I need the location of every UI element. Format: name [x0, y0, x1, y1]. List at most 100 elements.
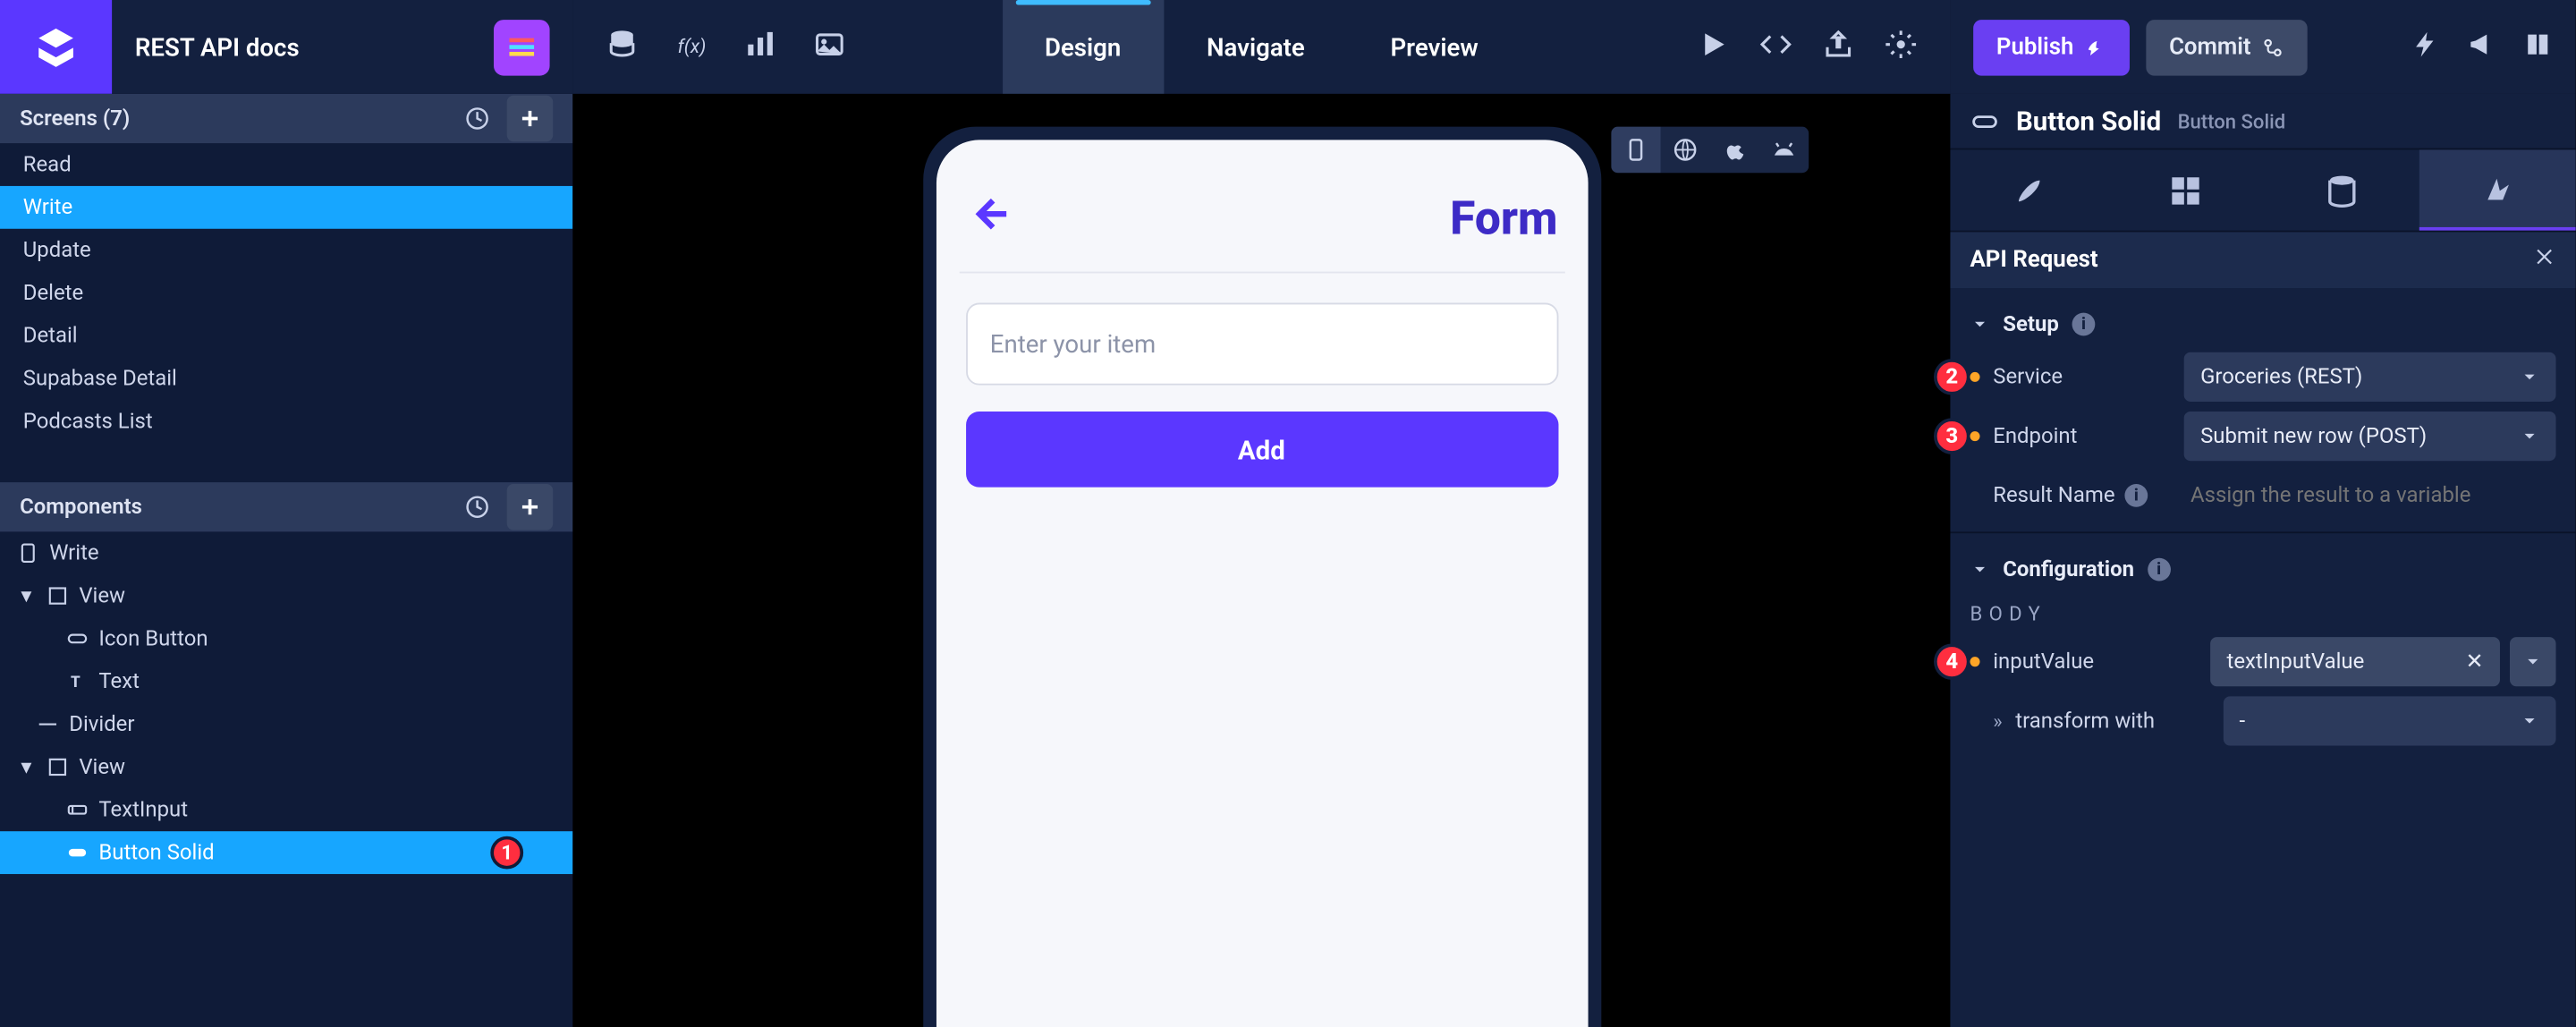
- add-screen-button[interactable]: [507, 96, 554, 142]
- screen-item-delete[interactable]: Delete: [0, 272, 572, 315]
- history-icon[interactable]: [454, 96, 501, 142]
- device-apple-icon[interactable]: [1710, 127, 1759, 174]
- tree-view-1[interactable]: ▾ View: [0, 574, 572, 617]
- play-icon[interactable]: [1697, 27, 1730, 66]
- tree-root-screen[interactable]: Write: [0, 531, 572, 574]
- device-phone-icon[interactable]: [1611, 127, 1660, 174]
- gear-icon[interactable]: [1885, 27, 1918, 66]
- configuration-label: Configuration: [2003, 557, 2134, 582]
- info-icon[interactable]: i: [2148, 558, 2171, 581]
- tree-text[interactable]: T Text: [0, 660, 572, 703]
- transform-label: transform with: [2015, 709, 2209, 734]
- bolt-icon[interactable]: [2411, 29, 2441, 64]
- components-header: Components: [0, 482, 572, 531]
- transform-dropdown[interactable]: -: [2223, 696, 2555, 745]
- body-label: BODY: [1970, 592, 2555, 632]
- inputvalue-pill[interactable]: textInputValue ✕: [2210, 637, 2500, 686]
- inspector-title-bar: Button Solid Button Solid: [1950, 94, 2575, 150]
- info-icon[interactable]: i: [2125, 484, 2148, 507]
- database-icon[interactable]: [606, 27, 639, 66]
- clear-icon[interactable]: ✕: [2465, 649, 2483, 675]
- device-web-icon[interactable]: [1661, 127, 1710, 174]
- setup-label: Setup: [2003, 312, 2059, 337]
- tree-button-solid[interactable]: Button Solid 1: [0, 831, 572, 874]
- left-panel: Screens (7) Read Write Update Delete Det…: [0, 94, 572, 1027]
- svg-text:f(x): f(x): [677, 35, 706, 57]
- item-input[interactable]: Enter your item: [965, 303, 1557, 386]
- publish-button[interactable]: Publish: [1973, 19, 2130, 75]
- tree-label: Text: [98, 669, 140, 694]
- device-screen: Form Enter your item Add: [936, 140, 1588, 1027]
- service-label: Service: [1993, 365, 2171, 390]
- inspector-subtitle: Button Solid: [2178, 109, 2286, 132]
- divider: [959, 272, 1564, 274]
- section-api-request: API Request: [1950, 232, 2575, 288]
- callout-3: 3: [1934, 418, 1970, 454]
- tab-navigate[interactable]: Navigate: [1164, 0, 1347, 94]
- insp-tab-actions[interactable]: [2419, 149, 2576, 230]
- required-dot: [1970, 372, 1979, 382]
- tree-view-2[interactable]: ▾ View: [0, 746, 572, 789]
- commit-button[interactable]: Commit: [2146, 19, 2307, 75]
- device-frame: Form Enter your item Add: [922, 127, 1600, 1027]
- form-title: Form: [1450, 191, 1557, 245]
- insp-tab-data[interactable]: [2263, 149, 2419, 230]
- callout-1: 1: [490, 836, 523, 870]
- result-name-input[interactable]: [2184, 471, 2556, 520]
- app-logo[interactable]: [0, 0, 112, 94]
- transform-value: -: [2240, 709, 2246, 734]
- endpoint-value: Submit new row (POST): [2200, 424, 2427, 449]
- screen-item-read[interactable]: Read: [0, 143, 572, 186]
- megaphone-icon[interactable]: [2467, 29, 2496, 64]
- back-arrow-icon[interactable]: [965, 191, 1012, 243]
- device-switcher: [1611, 127, 1809, 174]
- components-header-label: Components: [20, 495, 142, 520]
- section-title: API Request: [1970, 247, 2097, 273]
- setup-header[interactable]: Setup i: [1970, 301, 2555, 348]
- inputvalue-picker[interactable]: [2510, 637, 2556, 686]
- screen-item-podcasts-list[interactable]: Podcasts List: [0, 400, 572, 443]
- svg-text:T: T: [71, 674, 80, 692]
- tab-design[interactable]: Design: [1002, 0, 1164, 94]
- add-button[interactable]: Add: [965, 412, 1557, 488]
- tab-preview[interactable]: Preview: [1348, 0, 1521, 94]
- result-name-label: Result Name i: [1993, 483, 2171, 508]
- transform-arrow-icon: »: [1993, 709, 2002, 733]
- chart-icon[interactable]: [744, 27, 777, 66]
- endpoint-label: Endpoint: [1993, 424, 2171, 449]
- add-component-button[interactable]: [507, 484, 554, 530]
- tree-label: TextInput: [98, 797, 188, 822]
- endpoint-dropdown[interactable]: Submit new row (POST): [2184, 412, 2556, 461]
- required-dot: [1970, 657, 1979, 666]
- screen-item-detail[interactable]: Detail: [0, 314, 572, 357]
- inputvalue-value: textInputValue: [2227, 649, 2365, 675]
- tree-text-input[interactable]: TextInput: [0, 788, 572, 831]
- main-tabs: Design Navigate Preview: [1002, 0, 1521, 94]
- function-icon[interactable]: f(x): [674, 27, 708, 66]
- image-icon[interactable]: [813, 27, 846, 66]
- insp-tab-style[interactable]: [1950, 149, 2106, 230]
- screen-item-update[interactable]: Update: [0, 229, 572, 272]
- inspector-tabs: [1950, 149, 2575, 232]
- tree-label: Button Solid: [98, 840, 214, 865]
- configuration-header[interactable]: Configuration i: [1970, 547, 2555, 593]
- tree-divider[interactable]: Divider: [0, 703, 572, 746]
- export-icon[interactable]: [1822, 27, 1855, 66]
- screens-header: Screens (7): [0, 94, 572, 143]
- screen-item-supabase-detail[interactable]: Supabase Detail: [0, 357, 572, 400]
- book-icon[interactable]: [2523, 29, 2553, 64]
- insp-tab-layout[interactable]: [2106, 149, 2263, 230]
- close-icon[interactable]: [2533, 245, 2556, 275]
- service-dropdown[interactable]: Groceries (REST): [2184, 352, 2556, 402]
- canvas: Form Enter your item Add: [572, 94, 1950, 1027]
- tree-icon-button[interactable]: Icon Button: [0, 617, 572, 660]
- tree-label: View: [79, 755, 125, 780]
- callout-2: 2: [1934, 359, 1970, 395]
- device-android-icon[interactable]: [1759, 127, 1809, 174]
- library-icon[interactable]: [494, 19, 550, 75]
- code-icon[interactable]: [1759, 27, 1792, 66]
- history-icon[interactable]: [454, 484, 501, 530]
- screen-item-write[interactable]: Write: [0, 186, 572, 229]
- info-icon[interactable]: i: [2072, 313, 2096, 336]
- service-value: Groceries (REST): [2200, 365, 2362, 390]
